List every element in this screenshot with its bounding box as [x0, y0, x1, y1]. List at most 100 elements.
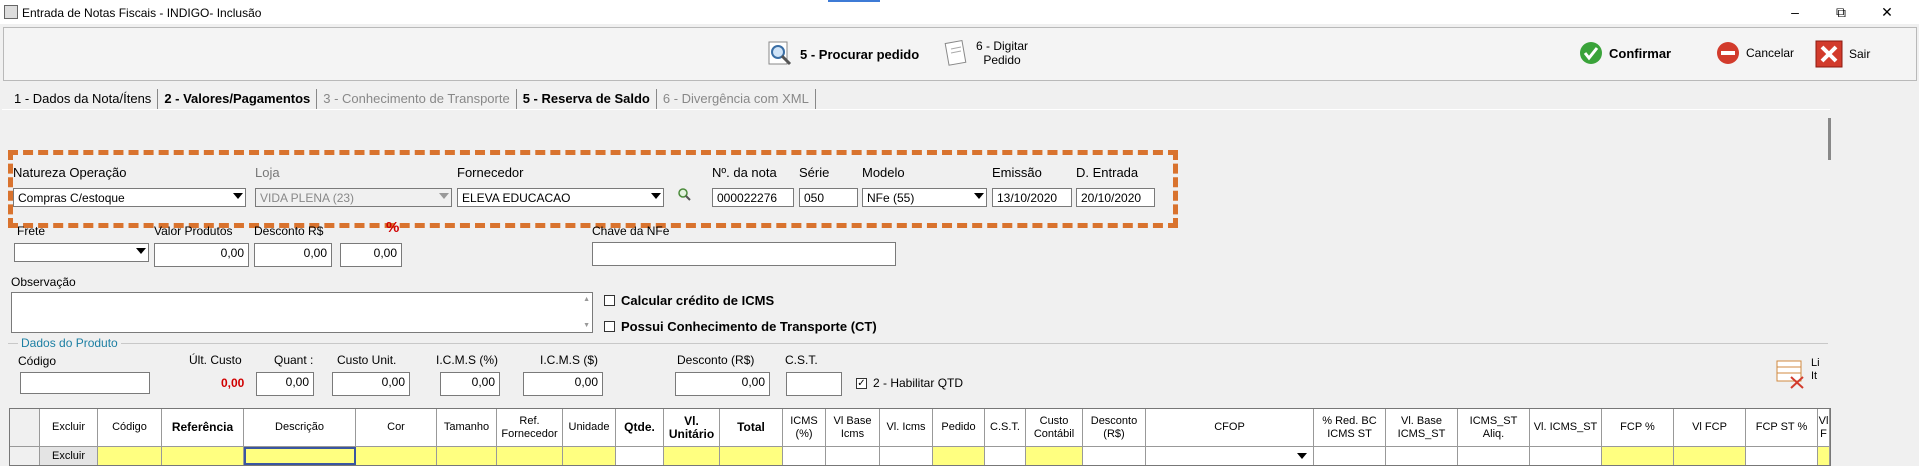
grid-cell[interactable] [356, 447, 437, 465]
grid-cell[interactable] [783, 447, 826, 465]
col-header[interactable]: Unidade [563, 409, 616, 447]
col-header[interactable]: CFOP [1146, 409, 1314, 447]
grid-cell[interactable] [664, 447, 720, 465]
quant-input[interactable]: 0,00 [256, 372, 314, 396]
checkbox-box[interactable] [604, 295, 615, 306]
codigo-input[interactable] [20, 372, 150, 394]
col-header[interactable]: Vl. Unitário [664, 409, 720, 447]
col-header[interactable]: Referência [162, 409, 244, 447]
grid-cell[interactable] [98, 447, 162, 465]
col-header[interactable]: Vl Base Icms [826, 409, 880, 447]
custo-unit-input[interactable]: 0,00 [332, 372, 410, 396]
col-header[interactable]: ICMS_ST Aliq. [1458, 409, 1530, 447]
excluir-row-button[interactable]: Excluir [40, 447, 98, 465]
grid-cell[interactable] [1674, 447, 1746, 465]
natureza-select[interactable]: Compras C/estoque [13, 188, 246, 207]
grid-cell[interactable] [563, 447, 616, 465]
col-header[interactable]: Cor [356, 409, 437, 447]
tab-valores-pagamentos[interactable]: 2 - Valores/Pagamentos [158, 89, 318, 109]
digitar-pedido-button[interactable]: 6 - Digitar Pedido [942, 39, 1028, 67]
grid-cell[interactable] [497, 447, 563, 465]
chevron-down-icon[interactable] [1297, 453, 1307, 459]
col-header[interactable]: C.S.T. [985, 409, 1026, 447]
frete-select[interactable] [14, 243, 149, 262]
restore-button[interactable]: ⧉ [1826, 2, 1856, 22]
grid-cell[interactable] [880, 447, 933, 465]
grid-cell[interactable] [933, 447, 985, 465]
emissao-input[interactable]: 13/10/2020 [992, 188, 1072, 207]
valor-produtos-input[interactable]: 0,00 [154, 243, 249, 267]
col-header[interactable]: FCP ST % [1746, 409, 1818, 447]
observacao-textarea[interactable]: ▲ ▼ [11, 292, 593, 333]
col-header[interactable]: Total [720, 409, 783, 447]
col-header[interactable]: Vl FCP [1674, 409, 1746, 447]
checkbox-box[interactable] [604, 321, 615, 332]
checkbox-checked-icon[interactable]: ✓ [856, 377, 867, 389]
cfop-cell[interactable] [1146, 447, 1314, 465]
col-header[interactable]: % Red. BC ICMS ST [1314, 409, 1386, 447]
limpar-itens-button[interactable]: Li It [1775, 357, 1820, 389]
grid-cell[interactable] [1746, 447, 1818, 465]
col-header[interactable]: Pedido [933, 409, 985, 447]
modelo-select[interactable]: NFe (55) [862, 188, 987, 207]
serie-input[interactable]: 050 [799, 188, 858, 207]
grid-cell[interactable] [162, 447, 244, 465]
chave-nfe-input[interactable] [592, 242, 896, 266]
search-fornecedor-icon[interactable] [677, 187, 691, 201]
confirmar-button[interactable]: Confirmar [1579, 41, 1671, 65]
col-header[interactable]: Vl. ICMS_ST [1530, 409, 1602, 447]
minimize-button[interactable]: – [1780, 2, 1810, 22]
grid-cell[interactable] [1530, 447, 1602, 465]
col-header[interactable]: Vl. Base ICMS_ST [1386, 409, 1458, 447]
close-window-button[interactable]: ✕ [1872, 2, 1902, 22]
possui-ct-checkbox[interactable]: Possui Conhecimento de Transporte (CT) [604, 319, 877, 334]
tab-conhecimento-transporte[interactable]: 3 - Conhecimento de Transporte [317, 89, 517, 109]
col-header[interactable]: Qtde. [616, 409, 664, 447]
habilitar-qtd-checkbox[interactable]: ✓ 2 - Habilitar QTD [856, 376, 963, 390]
desconto-rs-input[interactable]: 0,00 [254, 243, 332, 267]
grid-cell-selected[interactable] [244, 447, 356, 465]
grid-cell[interactable] [1818, 447, 1830, 465]
loja-select[interactable]: VIDA PLENA (23) [255, 188, 452, 207]
icms-val-input[interactable]: 0,00 [523, 372, 603, 396]
grid-cell[interactable] [1386, 447, 1458, 465]
grid-cell[interactable] [1314, 447, 1386, 465]
grid-cell[interactable] [985, 447, 1026, 465]
col-header[interactable]: FCP % [1602, 409, 1674, 447]
vertical-scrollbar[interactable] [1828, 118, 1831, 160]
calcular-icms-checkbox[interactable]: Calcular crédito de ICMS [604, 293, 774, 308]
col-header[interactable]: Ref. Fornecedor [497, 409, 563, 447]
col-header[interactable]: Desconto (R$) [1083, 409, 1146, 447]
sair-button[interactable]: Sair [1815, 40, 1870, 68]
tab-reserva-saldo[interactable]: 5 - Reserva de Saldo [517, 89, 657, 109]
scroll-up-icon[interactable]: ▲ [583, 296, 590, 303]
grid-cell[interactable] [1026, 447, 1083, 465]
percent-input[interactable]: 0,00 [340, 243, 402, 267]
col-header[interactable]: Tamanho [437, 409, 497, 447]
procurar-pedido-button[interactable]: 5 - Procurar pedido [766, 40, 919, 68]
grid-cell[interactable] [1602, 447, 1674, 465]
tab-divergencia-xml[interactable]: 6 - Divergência com XML [657, 89, 816, 109]
grid-cell[interactable] [437, 447, 497, 465]
tab-dados-nota[interactable]: 1 - Dados da Nota/Ítens [8, 89, 159, 109]
desconto-produto-input[interactable]: 0,00 [675, 372, 770, 396]
nota-input[interactable]: 000022276 [712, 188, 794, 207]
grid-cell[interactable] [1458, 447, 1530, 465]
grid-cell[interactable] [720, 447, 783, 465]
col-header[interactable]: Vl. Icms [880, 409, 933, 447]
col-header[interactable]: Vl F [1818, 409, 1830, 447]
col-header[interactable]: Custo Contábil [1026, 409, 1083, 447]
grid-cell[interactable] [1083, 447, 1146, 465]
entrada-input[interactable]: 20/10/2020 [1076, 188, 1155, 207]
grid-cell[interactable] [826, 447, 880, 465]
col-header[interactable]: Código [98, 409, 162, 447]
scroll-down-icon[interactable]: ▼ [583, 322, 590, 329]
fornecedor-select[interactable]: ELEVA EDUCACAO [457, 188, 664, 207]
cancelar-button[interactable]: Cancelar [1716, 41, 1794, 65]
icms-pct-input[interactable]: 0,00 [440, 372, 500, 396]
col-header[interactable]: Descrição [244, 409, 356, 447]
cst-input[interactable] [786, 372, 842, 396]
col-header[interactable]: Excluir [40, 409, 98, 447]
grid-cell[interactable] [616, 447, 664, 465]
col-header[interactable]: ICMS (%) [783, 409, 826, 447]
